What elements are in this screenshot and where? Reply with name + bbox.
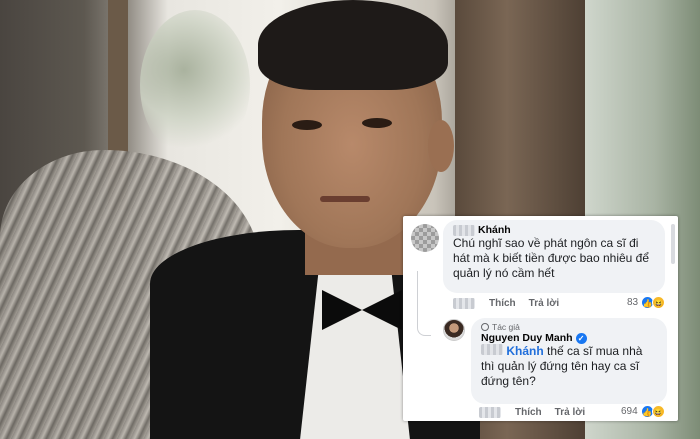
like-link[interactable]: Thích bbox=[489, 298, 516, 309]
comment-thread: Khánh Chú nghĩ sao về phát ngôn ca sĩ đi… bbox=[403, 216, 678, 421]
ear bbox=[428, 120, 454, 172]
mouth bbox=[320, 196, 370, 202]
author-name[interactable]: Nguyen Duy Manh bbox=[481, 332, 573, 344]
blurred-timestamp bbox=[453, 298, 475, 309]
author-badge-icon bbox=[481, 323, 489, 331]
reply-text: Khánh thế ca sĩ mua nhà thì quản lý đứng… bbox=[481, 344, 657, 389]
reply-bubble: Tác giả Nguyen Duy Manh ✓ Khánh thế ca s… bbox=[471, 318, 667, 404]
scrollbar[interactable] bbox=[671, 224, 675, 264]
background-plant bbox=[140, 10, 250, 160]
blurred-mention bbox=[481, 344, 503, 355]
haha-reaction-icon: 😆 bbox=[652, 296, 666, 309]
commenter-avatar[interactable] bbox=[411, 224, 439, 252]
bow-tie bbox=[322, 290, 402, 330]
reaction-summary[interactable]: 694 👍 😆 bbox=[621, 405, 665, 418]
blurred-timestamp bbox=[479, 407, 501, 418]
left-eye bbox=[292, 120, 322, 130]
reaction-count: 83 bbox=[627, 297, 639, 308]
verified-badge-icon: ✓ bbox=[575, 332, 587, 344]
reply-actions: Thích Trả lời bbox=[479, 407, 598, 418]
hair bbox=[258, 0, 448, 90]
like-link[interactable]: Thích bbox=[515, 407, 542, 418]
reply-link[interactable]: Trả lời bbox=[555, 407, 585, 418]
comment-actions: Thích Trả lời bbox=[453, 298, 572, 309]
mention-link[interactable]: Khánh bbox=[506, 344, 543, 358]
blurred-name bbox=[453, 224, 475, 236]
commenter-name[interactable]: Khánh bbox=[478, 224, 511, 236]
comment-bubble: Khánh Chú nghĩ sao về phát ngôn ca sĩ đi… bbox=[443, 220, 665, 293]
reply-link[interactable]: Trả lời bbox=[529, 298, 559, 309]
author-avatar[interactable] bbox=[443, 319, 465, 341]
reaction-summary[interactable]: 83 👍 😆 bbox=[627, 296, 666, 309]
right-eye bbox=[362, 118, 392, 128]
reply-thread-line bbox=[417, 271, 431, 336]
reaction-count: 694 bbox=[621, 406, 638, 417]
author-badge-label: Tác giả bbox=[492, 322, 520, 332]
comment-text: Chú nghĩ sao về phát ngôn ca sĩ đi hát m… bbox=[453, 236, 650, 280]
author-badge: Tác giả bbox=[481, 322, 657, 332]
haha-reaction-icon: 😆 bbox=[651, 405, 665, 418]
